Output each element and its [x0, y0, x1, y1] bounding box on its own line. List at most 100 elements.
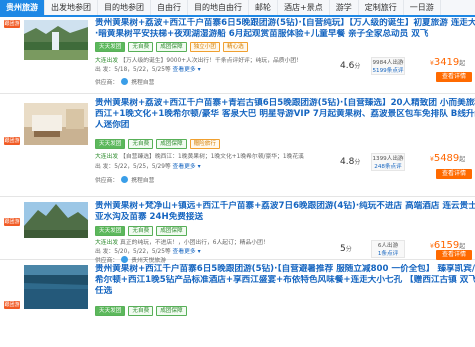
- chevron-down-icon: ▾: [197, 66, 201, 73]
- product-title[interactable]: 贵州黄果树+荔波+西江千户苗寨+青岩古镇6日5晚跟团游(5钻)·【自营臻选】20…: [95, 98, 475, 109]
- supplier-info: 供应商： 携程自营: [95, 77, 154, 86]
- tag-no-self-pay: 无自费: [128, 226, 154, 236]
- product-title-cont[interactable]: 西江+1晚文化+1晚希尔顿/豪华 客泉大巴 明星导游VIP 7月起黄果树、荔波景…: [95, 109, 475, 120]
- product-title-cont[interactable]: 亚水沟及苗寨 24H免费接送: [95, 212, 475, 223]
- score-unit: 分: [354, 159, 361, 166]
- departure-dates: 出 发：5/18，5/22，5/25等 查看更多 ▾: [95, 66, 201, 74]
- product-thumbnail[interactable]: [24, 20, 88, 60]
- view-details-button[interactable]: 查看详情: [436, 250, 472, 260]
- product-type-badge: 跟团游: [4, 137, 20, 145]
- product-row: 跟团游 贵州黄果树+西江千户苗寨6日5晚跟团游(5钻)·【自营避暑推荐 服随立减…: [0, 261, 475, 347]
- order-stats: 1399人出游 248条点评: [371, 153, 405, 171]
- supplier-name[interactable]: 携程自营: [131, 77, 154, 86]
- supplier-label: 供应商：: [95, 80, 119, 86]
- nav-item-hotel-scenic[interactable]: 酒店+景点: [278, 0, 330, 15]
- departure-city: 大连出发: [95, 154, 119, 160]
- product-row: 跟团游 贵州黄果树+荔波+西江千户苗寨6日5晚跟团游(5钻)·【自营纯玩】【万人…: [0, 17, 475, 94]
- highlight-text: 【自营臻选】晚西江：1晚黄果树；1晚文化+1晚希尔顿/豪华；1晚花溪: [120, 154, 304, 160]
- product-type-badge: 跟团游: [4, 301, 20, 309]
- price-value: 5489: [433, 153, 460, 164]
- tag-insured-travel: 赠险旅行: [189, 139, 220, 149]
- view-details-button[interactable]: 查看详情: [436, 72, 472, 82]
- product-title-cont[interactable]: 任选: [95, 286, 475, 297]
- chat-icon[interactable]: [121, 78, 129, 85]
- product-title[interactable]: 贵州黄果树+西江千户苗寨6日5晚跟团游(5钻)·【自营避暑推荐 服随立减800 …: [95, 264, 475, 275]
- tag-no-self-pay: 无自费: [128, 306, 154, 316]
- tag-guaranteed: 成团保障: [156, 42, 187, 52]
- tag-guaranteed: 成团保障: [156, 139, 187, 149]
- tag-no-self-pay: 无自费: [128, 42, 154, 52]
- product-highlight: 大连出发 真正的纯玩，不进店！，小团出行，6人起订；精品小团！: [95, 239, 269, 247]
- product-highlight: 大连出发 【自营臻选】晚西江：1晚黄果树；1晚文化+1晚希尔顿/豪华；1晚花溪: [95, 153, 304, 161]
- nav-item-departure-group[interactable]: 出发地参团: [45, 0, 98, 15]
- order-stats: 9984人出游 5199条点评: [371, 57, 405, 75]
- review-count-link[interactable]: 1条点评: [372, 250, 404, 258]
- more-dates-link[interactable]: 查看更多: [173, 164, 196, 170]
- supplier-info: 供应商： 携程自营: [95, 175, 154, 184]
- nav-item-day-trip[interactable]: 一日游: [404, 0, 441, 15]
- review-count-link[interactable]: 5199条点评: [372, 67, 404, 75]
- product-type-badge: 跟团游: [4, 218, 20, 226]
- highlight-text: 【万人级的诞生】9000+人次出行！千条点评好评；纯玩，品质小团！: [120, 58, 302, 64]
- nav-item-destination-group[interactable]: 目的地参团: [98, 0, 151, 15]
- traveler-count: 1399人出游: [372, 156, 404, 162]
- tag-guaranteed: 成团保障: [156, 306, 187, 316]
- product-row: 跟团游 贵州黄果树+梵净山+镇远+西江千户苗寨+荔波7日6晚跟团游(4钻)·纯玩…: [0, 198, 475, 264]
- price-suffix: 起: [459, 156, 466, 163]
- product-thumbnail[interactable]: [24, 202, 88, 238]
- score-unit: 分: [354, 63, 361, 70]
- chevron-down-icon: ▾: [197, 163, 201, 170]
- view-details-button[interactable]: 查看详情: [436, 169, 472, 179]
- supplier-label: 供应商：: [95, 178, 119, 184]
- product-title-cont[interactable]: ·暗黄果树平安扶梯+夜观湖湿游船 6月起观赏苗服体验+儿童早餐 亲子全家总动员 …: [95, 29, 475, 40]
- product-title[interactable]: 贵州黄果树+梵净山+镇远+西江千户苗寨+荔波7日6晚跟团游(4钻)·纯玩不进店 …: [95, 201, 475, 212]
- nav-item-cruise[interactable]: 邮轮: [249, 0, 278, 15]
- score-unit: 分: [345, 246, 352, 253]
- price-suffix: 起: [459, 60, 466, 67]
- nav-item-study-tour[interactable]: 游学: [330, 0, 359, 15]
- nav-item-free-travel[interactable]: 自由行: [151, 0, 188, 15]
- traveler-count: 6人出游: [377, 243, 399, 249]
- product-thumbnail[interactable]: [24, 103, 88, 145]
- product-row: 跟团游 贵州黄果树+荔波+西江千户苗寨+青岩古镇6日5晚跟团游(5钻)·【自营臻…: [0, 95, 475, 197]
- traveler-count: 9984人出游: [372, 60, 404, 66]
- supplier-name[interactable]: 携程自营: [131, 175, 154, 184]
- nav-item-guizhou[interactable]: 贵州旅游: [0, 0, 45, 15]
- price-value: 3419: [433, 57, 460, 68]
- departure-city: 大连出发: [95, 240, 119, 246]
- dates-text: 出 发：5/18，5/22，5/25等: [95, 67, 171, 73]
- order-stats: 6人出游 1条点评: [371, 240, 405, 258]
- score-value: 4.8: [340, 157, 355, 167]
- more-dates-link[interactable]: 查看更多: [173, 67, 196, 73]
- tag-guaranteed: 成团保障: [156, 226, 187, 236]
- product-price: ¥5489起: [430, 153, 465, 164]
- category-nav: 贵州旅游 出发地参团 目的地参团 自由行 目的地自由行 邮轮 酒店+景点 游学 …: [0, 0, 475, 17]
- review-count-link[interactable]: 248条点评: [372, 163, 404, 171]
- dates-text: 出 发：5/22，5/25，5/29等: [95, 164, 171, 170]
- more-dates-link[interactable]: 查看更多: [173, 249, 196, 255]
- tag-daily-departure: 天天发团: [95, 139, 126, 149]
- product-tags: 天天发团 无自费 成团保障: [95, 226, 187, 236]
- product-thumbnail[interactable]: [24, 265, 88, 309]
- product-tags: 天天发团 无自费 成团保障 独立小团 精心选: [95, 42, 248, 52]
- product-score: 5分: [340, 244, 352, 254]
- product-tags: 天天发团 无自费 成团保障 赠险旅行: [95, 139, 220, 149]
- score-value: 4.6: [340, 61, 355, 71]
- tag-daily-departure: 天天发团: [95, 42, 126, 52]
- nav-item-custom-travel[interactable]: 定制旅行: [359, 0, 404, 15]
- tag-small-group: 独立小团: [189, 42, 220, 52]
- product-price: ¥3419起: [430, 57, 465, 68]
- product-highlight: 大连出发 【万人级的诞生】9000+人次出行！千条点评好评；纯玩，品质小团！: [95, 57, 302, 65]
- product-title-cont[interactable]: 希尔顿+西江1晚5钻产品标准酒店+享西江盛宴+布依特色风味餐+连走大小七孔 【赠…: [95, 275, 475, 286]
- highlight-text: 真正的纯玩，不进店！，小团出行，6人起订；精品小团！: [120, 240, 269, 246]
- product-title-cont[interactable]: 人迷你团: [95, 120, 475, 131]
- chat-icon[interactable]: [121, 176, 129, 183]
- tag-daily-departure: 天天发团: [95, 306, 126, 316]
- price-suffix: 起: [459, 243, 466, 250]
- departure-dates: 出 发：5/22，5/25，5/29等 查看更多 ▾: [95, 163, 201, 171]
- product-title[interactable]: 贵州黄果树+荔波+西江千户苗寨6日5晚跟团游(5钻)·【自营纯玩】【万人级的诞生…: [95, 18, 475, 29]
- product-type-badge: 跟团游: [4, 20, 20, 28]
- product-tags: 天天发团 无自费 成团保障: [95, 306, 187, 316]
- tag-daily-departure: 天天发团: [95, 226, 126, 236]
- nav-item-destination-free[interactable]: 目的地自由行: [188, 0, 249, 15]
